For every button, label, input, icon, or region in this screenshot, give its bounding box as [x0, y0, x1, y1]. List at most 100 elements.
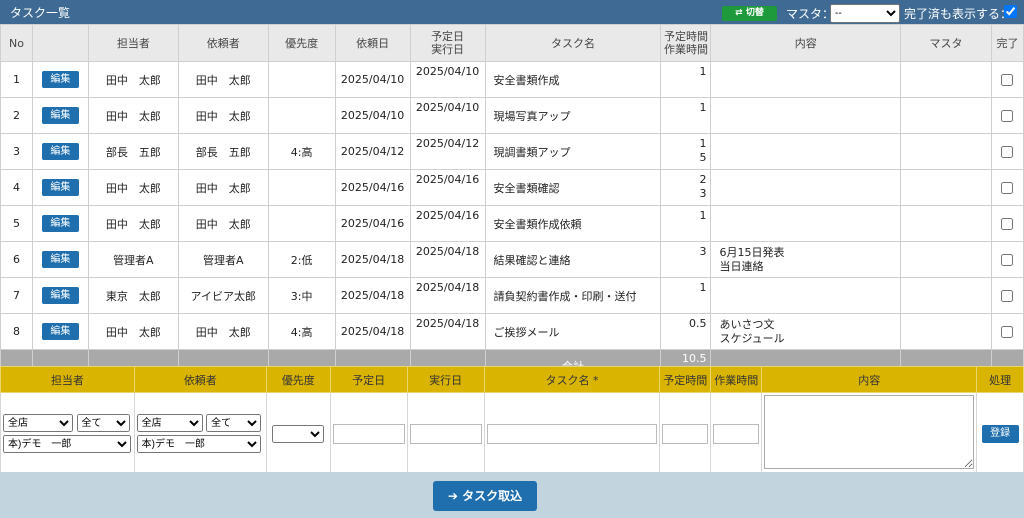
row-no: 5 — [0, 205, 33, 242]
edit-button[interactable]: 編集 — [41, 179, 79, 196]
row-plan-date: 2025/04/16 — [409, 205, 486, 242]
import-task-button[interactable]: ➔ タスク取込 — [433, 481, 537, 511]
row-master — [900, 241, 992, 278]
row-task-name: ご挨拶メール — [484, 313, 662, 350]
row-content — [710, 97, 902, 134]
requester-store-select[interactable]: 全店 — [136, 414, 203, 432]
task-body: 1 編集 田中 太郎 田中 太郎 2025/04/10 2025/04/10 安全書類作成 1… — [0, 61, 1024, 350]
requester-cell: 全店 全て 本)デモ 一郎 — [133, 392, 267, 475]
exec-date-input[interactable] — [409, 423, 482, 444]
row-content: 6月15日発表 当日連絡 — [710, 241, 902, 278]
row-times: 1 — [660, 277, 712, 314]
footer-bar: ➔ タスク取込 — [0, 472, 1024, 518]
edit-cell: 編集 — [31, 97, 89, 134]
row-plan-time: 3 — [699, 245, 707, 258]
col-content: 内容 — [710, 24, 902, 62]
row-request-date: 2025/04/10 — [334, 97, 411, 134]
col-exec-date: 実行日 — [431, 43, 465, 56]
work-time-cell — [710, 392, 763, 475]
row-done — [990, 313, 1024, 350]
edit-button[interactable]: 編集 — [41, 107, 79, 124]
row-content — [710, 277, 902, 314]
row-no: 4 — [0, 169, 33, 206]
col-dates: 予定日 実行日 — [409, 24, 486, 62]
row-content-line1: 6月15日発表 — [719, 245, 785, 259]
edit-button[interactable]: 編集 — [41, 71, 79, 88]
done-checkbox[interactable] — [1001, 326, 1014, 338]
row-assignee: 田中 太郎 — [87, 61, 179, 98]
register-button[interactable]: 登録 — [981, 424, 1019, 443]
plan-date-input[interactable] — [332, 423, 405, 444]
master-label: マスタ： — [786, 7, 835, 21]
row-requester: 部長 五郎 — [177, 133, 269, 170]
row-assignee: 田中 太郎 — [87, 313, 179, 350]
requester-group-select[interactable]: 全て — [206, 414, 262, 432]
row-times: 1 — [660, 97, 712, 134]
assignee-person-select[interactable]: 本)デモ 一郎 — [3, 435, 131, 453]
done-checkbox[interactable] — [1001, 182, 1014, 194]
col-no: No — [0, 24, 33, 62]
row-priority — [267, 169, 336, 206]
table-row: 7 編集 東京 太郎 アイビア太郎 3:中 2025/04/18 2025/04/18 請負契… — [0, 277, 1024, 314]
plan-time-cell — [659, 392, 712, 475]
master-select[interactable]: -- — [830, 4, 900, 23]
col-assignee: 担当者 — [87, 24, 179, 62]
edit-button[interactable]: 編集 — [41, 323, 79, 340]
row-requester: 田中 太郎 — [177, 313, 269, 350]
row-done — [990, 205, 1024, 242]
row-task-name: 現調書類アップ — [484, 133, 662, 170]
row-requester: アイビア太郎 — [177, 277, 269, 314]
priority-select[interactable] — [272, 424, 325, 443]
row-done — [990, 97, 1024, 134]
row-content-line1: あいさつ文 — [719, 317, 775, 331]
row-assignee: 田中 太郎 — [87, 97, 179, 134]
work-time-input[interactable] — [713, 423, 760, 444]
done-checkbox[interactable] — [1001, 110, 1014, 122]
row-plan-time: 0.5 — [688, 317, 707, 330]
exec-date-cell — [406, 392, 485, 475]
row-request-date: 2025/04/18 — [334, 241, 411, 278]
row-no: 6 — [0, 241, 33, 278]
row-plan-date: 2025/04/16 — [409, 169, 486, 206]
shuffle-icon: ⇄ — [735, 8, 743, 18]
row-times: 1 — [660, 61, 712, 98]
assignee-cell: 全店 全て 本)デモ 一郎 — [0, 392, 135, 475]
done-checkbox[interactable] — [1001, 290, 1014, 302]
edit-cell: 編集 — [31, 277, 89, 314]
row-plan-date: 2025/04/18 — [409, 241, 486, 278]
show-done-checkbox[interactable] — [1004, 5, 1017, 18]
form-col-requester: 依頼者 — [133, 366, 267, 393]
edit-button[interactable]: 編集 — [41, 215, 79, 232]
table-header: No 担当者 依頼者 優先度 依頼日 予定日 実行日 タスク名 予定時間 作業時間 … — [0, 24, 1024, 62]
switch-button-label: 切替 — [745, 8, 764, 18]
row-requester: 田中 太郎 — [177, 169, 269, 206]
row-assignee: 田中 太郎 — [87, 205, 179, 242]
done-checkbox[interactable] — [1001, 146, 1014, 158]
requester-person-select[interactable]: 本)デモ 一郎 — [136, 435, 261, 453]
row-no: 7 — [0, 277, 33, 314]
plan-time-input[interactable] — [662, 423, 709, 444]
row-no: 2 — [0, 97, 33, 134]
row-assignee: 管理者A — [87, 241, 179, 278]
done-checkbox[interactable] — [1001, 218, 1014, 230]
edit-cell: 編集 — [31, 169, 89, 206]
done-checkbox[interactable] — [1001, 254, 1014, 266]
form-inputs: 全店 全て 本)デモ 一郎 全店 全て 本)デモ 一郎 登録 — [0, 392, 1024, 475]
done-checkbox[interactable] — [1001, 74, 1014, 86]
import-task-label: タスク取込 — [462, 489, 523, 503]
form-col-plan-date: 予定日 — [329, 366, 408, 393]
edit-button[interactable]: 編集 — [41, 143, 79, 160]
row-times: 23 — [660, 169, 712, 206]
switch-button[interactable]: ⇄ 切替 — [722, 6, 777, 21]
assignee-store-select[interactable]: 全店 — [3, 414, 73, 432]
priority-cell — [265, 392, 331, 475]
edit-button[interactable]: 編集 — [41, 251, 79, 268]
table-row: 6 編集 管理者A 管理者A 2:低 2025/04/18 2025/04/18 結果確認と連… — [0, 241, 1024, 278]
task-name-input[interactable] — [486, 423, 657, 444]
row-plan-time: 1 — [699, 209, 707, 222]
assignee-group-select[interactable]: 全て — [76, 414, 130, 432]
row-request-date: 2025/04/16 — [334, 169, 411, 206]
edit-button[interactable]: 編集 — [41, 287, 79, 304]
content-textarea[interactable] — [764, 395, 975, 469]
total-plan-time: 10.5 — [681, 352, 707, 365]
